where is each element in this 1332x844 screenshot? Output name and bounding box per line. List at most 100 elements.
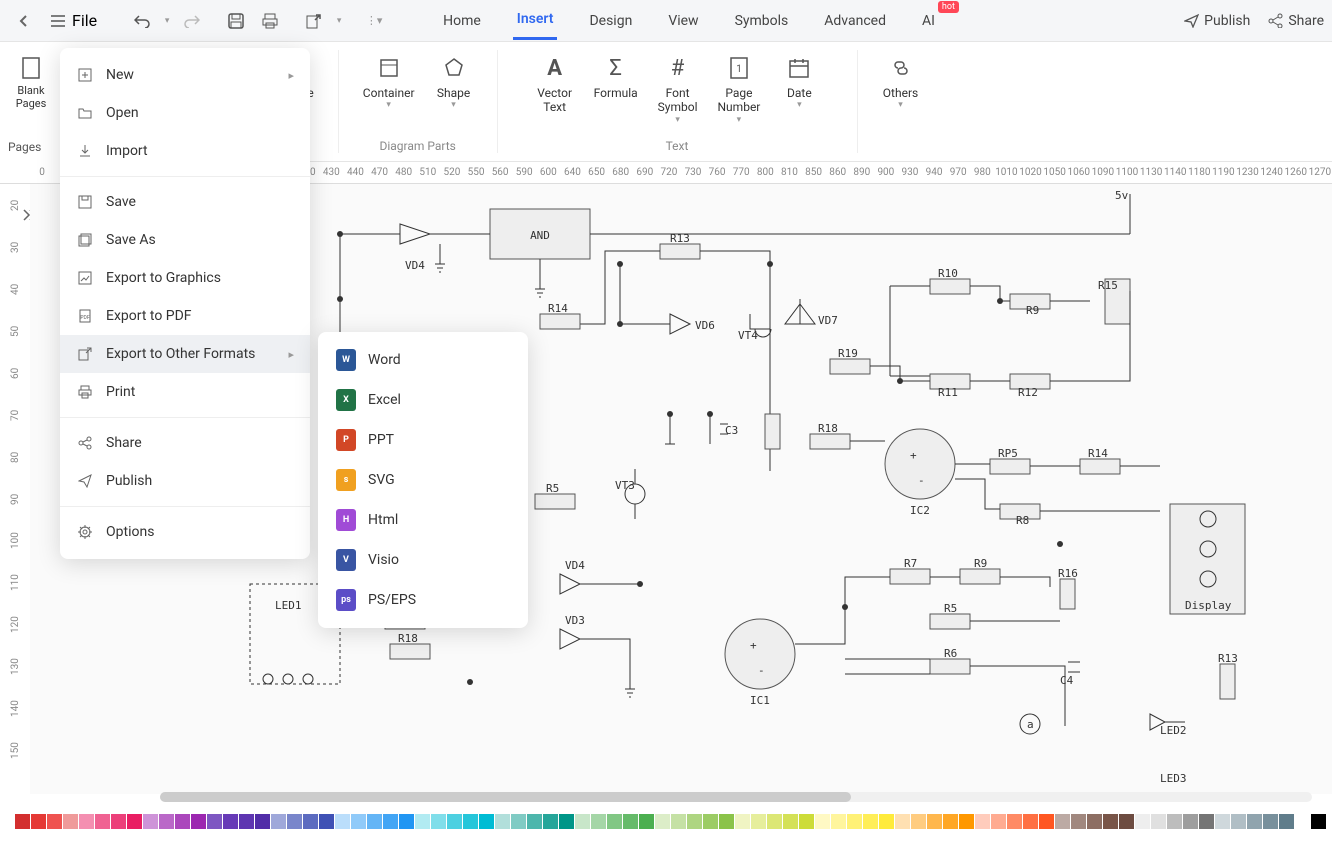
color-swatch[interactable]	[1023, 814, 1038, 829]
color-swatch[interactable]	[223, 814, 238, 829]
more-toolbar[interactable]: ⋮▾	[359, 6, 389, 36]
vector-text-button[interactable]: AVector Text	[528, 50, 582, 129]
color-swatch[interactable]	[671, 814, 686, 829]
color-swatch[interactable]	[1055, 814, 1070, 829]
color-swatch[interactable]	[143, 814, 158, 829]
color-swatch[interactable]	[911, 814, 926, 829]
color-swatch[interactable]	[991, 814, 1006, 829]
color-swatch[interactable]	[1215, 814, 1230, 829]
color-swatch[interactable]	[127, 814, 142, 829]
color-swatch[interactable]	[879, 814, 894, 829]
menu-open[interactable]: Open	[60, 94, 310, 132]
color-swatch[interactable]	[895, 814, 910, 829]
color-swatch[interactable]	[1103, 814, 1118, 829]
color-swatch[interactable]	[607, 814, 622, 829]
back-button[interactable]	[8, 5, 40, 37]
file-menu-button[interactable]: File	[40, 7, 107, 34]
color-swatch[interactable]	[655, 814, 670, 829]
color-swatch[interactable]	[447, 814, 462, 829]
color-swatch[interactable]	[495, 814, 510, 829]
menu-options[interactable]: Options	[60, 513, 310, 551]
color-swatch[interactable]	[687, 814, 702, 829]
color-swatch[interactable]	[703, 814, 718, 829]
tab-design[interactable]: Design	[585, 3, 636, 39]
color-swatch[interactable]	[719, 814, 734, 829]
shape-button[interactable]: Shape▾	[427, 50, 481, 114]
color-swatch[interactable]	[1183, 814, 1198, 829]
export-button[interactable]	[299, 6, 329, 36]
color-swatch[interactable]	[367, 814, 382, 829]
export-ppt[interactable]: PPPT	[318, 420, 528, 460]
publish-button[interactable]: Publish	[1184, 13, 1250, 29]
export-dropdown[interactable]: ▾	[333, 6, 345, 36]
tab-insert[interactable]: Insert	[513, 1, 558, 40]
color-swatch[interactable]	[847, 814, 862, 829]
menu-publish[interactable]: Publish	[60, 462, 310, 500]
color-swatch[interactable]	[943, 814, 958, 829]
color-swatch[interactable]	[351, 814, 366, 829]
export-svg[interactable]: sSVG	[318, 460, 528, 500]
color-swatch[interactable]	[863, 814, 878, 829]
color-swatch[interactable]	[271, 814, 286, 829]
color-swatch[interactable]	[815, 814, 830, 829]
color-swatch[interactable]	[463, 814, 478, 829]
color-swatch[interactable]	[1263, 814, 1278, 829]
menu-import[interactable]: Import	[60, 132, 310, 170]
color-swatch[interactable]	[31, 814, 46, 829]
color-swatch[interactable]	[255, 814, 270, 829]
color-swatch[interactable]	[79, 814, 94, 829]
color-swatch[interactable]	[431, 814, 446, 829]
color-swatch[interactable]	[959, 814, 974, 829]
formula-button[interactable]: ΣFormula	[586, 50, 646, 129]
tab-symbols[interactable]: Symbols	[731, 3, 793, 39]
color-swatch[interactable]	[1311, 814, 1326, 829]
undo-dropdown[interactable]: ▾	[161, 6, 173, 36]
color-swatch[interactable]	[383, 814, 398, 829]
color-swatch[interactable]	[1135, 814, 1150, 829]
color-swatch[interactable]	[1007, 814, 1022, 829]
color-swatch[interactable]	[623, 814, 638, 829]
color-swatch[interactable]	[111, 814, 126, 829]
redo-button[interactable]	[177, 6, 207, 36]
menu-save-as[interactable]: Save As	[60, 221, 310, 259]
color-swatch[interactable]	[335, 814, 350, 829]
color-swatch[interactable]	[479, 814, 494, 829]
color-swatch[interactable]	[1119, 814, 1134, 829]
color-swatch[interactable]	[639, 814, 654, 829]
color-swatch[interactable]	[1295, 814, 1310, 829]
export-html[interactable]: HHtml	[318, 500, 528, 540]
color-swatch[interactable]	[1231, 814, 1246, 829]
export-excel[interactable]: XExcel	[318, 380, 528, 420]
color-swatch[interactable]	[527, 814, 542, 829]
color-swatch[interactable]	[591, 814, 606, 829]
color-swatch[interactable]	[191, 814, 206, 829]
export-visio[interactable]: VVisio	[318, 540, 528, 580]
tab-view[interactable]: View	[664, 3, 702, 39]
color-swatch[interactable]	[1087, 814, 1102, 829]
container-button[interactable]: Container▾	[355, 50, 423, 114]
date-button[interactable]: Date▾	[772, 50, 826, 129]
page-number-button[interactable]: 1Page Number▾	[710, 50, 769, 129]
tab-advanced[interactable]: Advanced	[820, 3, 890, 39]
color-swatch[interactable]	[399, 814, 414, 829]
scroll-thumb[interactable]	[160, 792, 851, 802]
menu-save[interactable]: Save	[60, 183, 310, 221]
menu-export-pdf[interactable]: PDF Export to PDF	[60, 297, 310, 335]
color-swatch[interactable]	[751, 814, 766, 829]
color-swatch[interactable]	[63, 814, 78, 829]
color-swatch[interactable]	[207, 814, 222, 829]
blank-pages-button[interactable]: Blank Pages	[12, 50, 51, 114]
color-swatch[interactable]	[159, 814, 174, 829]
color-swatch[interactable]	[47, 814, 62, 829]
others-button[interactable]: Others▾	[874, 50, 928, 114]
save-button[interactable]	[221, 6, 251, 36]
color-swatch[interactable]	[1279, 814, 1294, 829]
menu-new[interactable]: New ▸	[60, 56, 310, 94]
color-swatch[interactable]	[783, 814, 798, 829]
color-swatch[interactable]	[319, 814, 334, 829]
color-swatch[interactable]	[303, 814, 318, 829]
color-swatch[interactable]	[1039, 814, 1054, 829]
export-word[interactable]: WWord	[318, 340, 528, 380]
color-swatch[interactable]	[1151, 814, 1166, 829]
color-swatch[interactable]	[575, 814, 590, 829]
